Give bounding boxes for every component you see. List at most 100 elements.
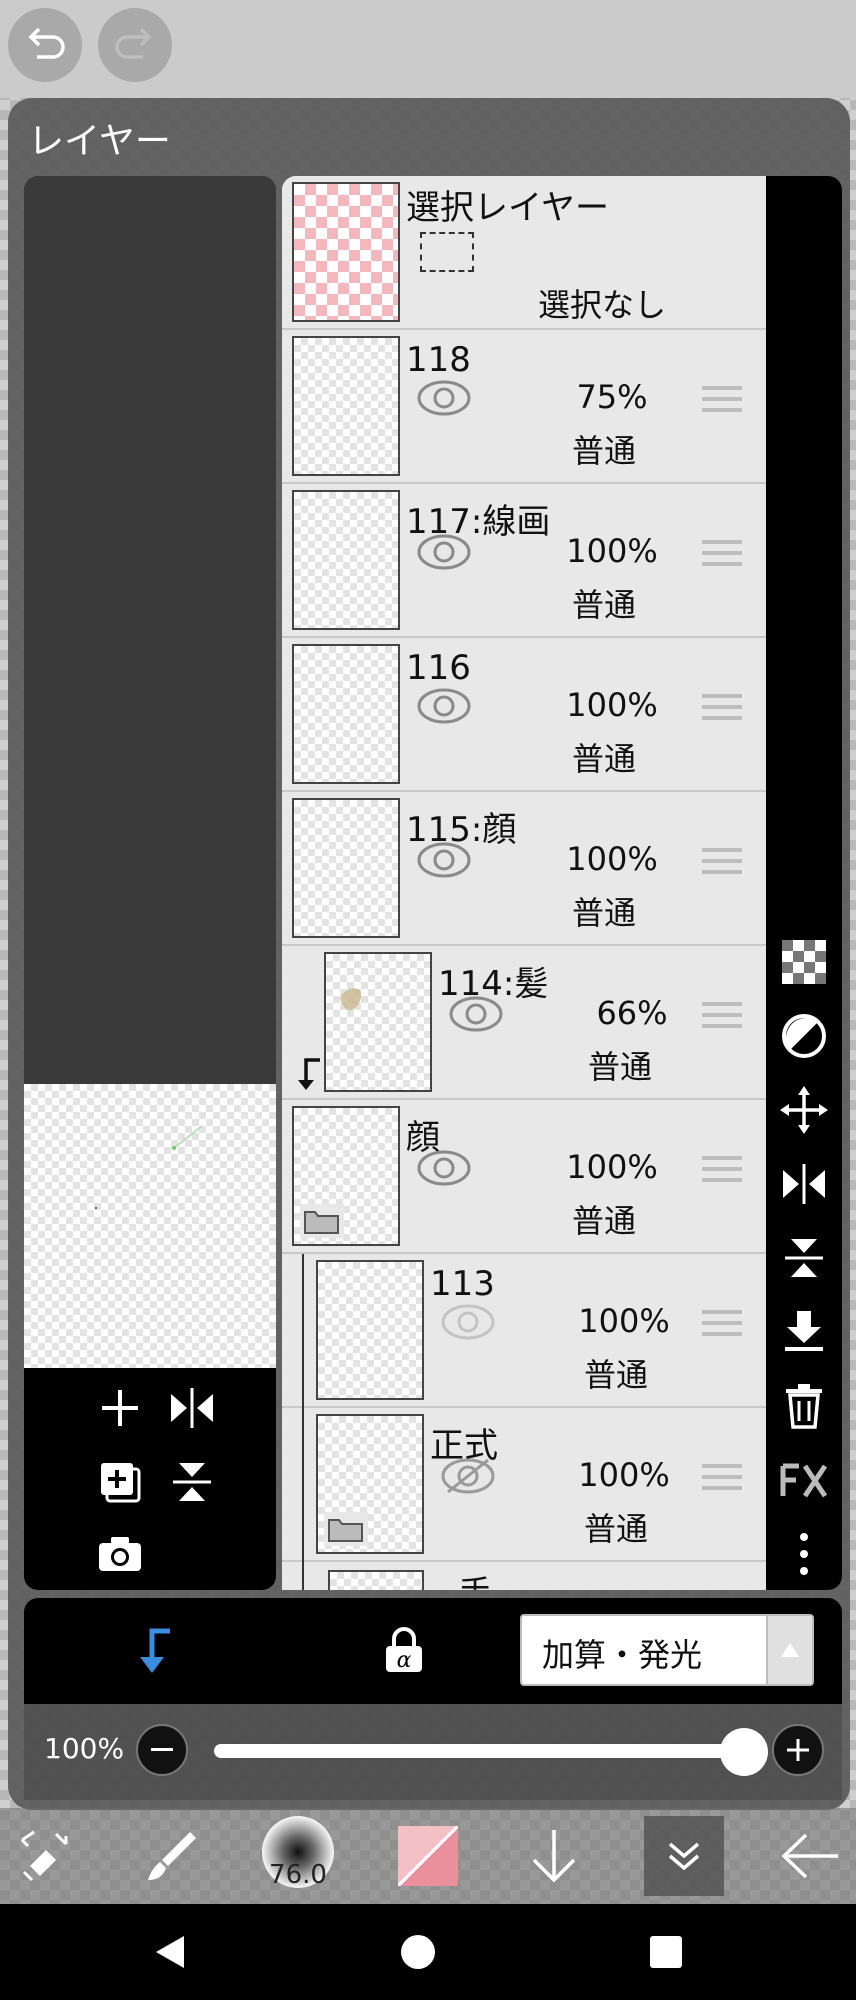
layer-opacity: 100% bbox=[566, 532, 658, 570]
brush-tool-button[interactable] bbox=[130, 1816, 210, 1896]
bottom-toolbar: 76.0 bbox=[0, 1808, 856, 1904]
eye-hidden-icon[interactable] bbox=[440, 1456, 496, 1496]
drag-handle-icon[interactable] bbox=[702, 1310, 742, 1340]
fx-button[interactable] bbox=[774, 1450, 834, 1510]
delete-layer-button[interactable] bbox=[774, 1376, 834, 1436]
color-button[interactable] bbox=[388, 1816, 468, 1896]
folder-tree-line bbox=[302, 1408, 304, 1562]
layer-row[interactable]: 118 75% 普通 bbox=[282, 330, 766, 484]
layer-down-button[interactable] bbox=[514, 1816, 594, 1896]
undo-icon bbox=[28, 27, 65, 59]
duplicate-layer-button[interactable] bbox=[90, 1452, 150, 1512]
folder-layer-row[interactable]: 顔 100% 普通 bbox=[282, 1100, 766, 1254]
eye-icon[interactable] bbox=[416, 378, 472, 418]
merge-down-button[interactable] bbox=[774, 1302, 834, 1362]
layer-row[interactable]: 113 100% 普通 bbox=[282, 1254, 766, 1408]
layer-blend-mode: 普通 bbox=[583, 1510, 648, 1548]
transparency-icon bbox=[782, 940, 826, 984]
layer-row[interactable]: 115:顔 100% 普通 bbox=[282, 792, 766, 946]
alpha-lock-icon: α bbox=[386, 1627, 422, 1673]
layer-blend-mode: 普通 bbox=[571, 740, 636, 778]
opacity-slider-track[interactable] bbox=[214, 1744, 742, 1758]
transform-tool-button[interactable] bbox=[6, 1816, 86, 1896]
eye-icon[interactable] bbox=[416, 532, 472, 572]
folder-icon bbox=[300, 1204, 344, 1238]
layer-blend-mode: 普通 bbox=[571, 432, 636, 470]
clipping-toggle-button[interactable] bbox=[124, 1620, 184, 1680]
folder-layer-row[interactable]: 正式 100% 普通 bbox=[282, 1408, 766, 1562]
drag-handle-icon[interactable] bbox=[702, 694, 742, 724]
layer-tools bbox=[24, 1368, 276, 1590]
alpha-lock-button[interactable]: α bbox=[374, 1620, 434, 1680]
brush-size-button[interactable]: 76.0 bbox=[258, 1816, 338, 1896]
transform-tool-icon bbox=[20, 1830, 68, 1882]
layer-opacity: 100% bbox=[566, 840, 658, 878]
selection-marquee-icon bbox=[420, 232, 474, 272]
move-button[interactable] bbox=[774, 1080, 834, 1140]
double-chevron-down-icon bbox=[668, 1842, 700, 1871]
flip-horizontal-button[interactable] bbox=[774, 1154, 834, 1214]
preview-background bbox=[24, 176, 276, 1084]
opacity-slider-knob[interactable] bbox=[720, 1728, 768, 1776]
more-options-button[interactable] bbox=[774, 1524, 834, 1584]
layer-row-partial[interactable]: 手 bbox=[282, 1562, 766, 1590]
folder-icon bbox=[324, 1512, 368, 1546]
nav-recents-icon[interactable] bbox=[646, 1932, 686, 1972]
camera-button[interactable] bbox=[90, 1524, 150, 1584]
undo-button[interactable] bbox=[8, 8, 82, 82]
add-layer-button[interactable] bbox=[90, 1378, 150, 1438]
back-button[interactable] bbox=[770, 1816, 850, 1896]
flip-layer-button[interactable] bbox=[162, 1378, 222, 1438]
plus-icon bbox=[102, 1390, 138, 1426]
blend-mode-select[interactable]: 加算・発光 bbox=[520, 1614, 814, 1686]
hair-sketch bbox=[340, 988, 361, 1011]
layer-blend-mode: 普通 bbox=[587, 1048, 652, 1086]
drag-handle-icon[interactable] bbox=[702, 1156, 742, 1186]
collapse-panel-button[interactable] bbox=[644, 1816, 724, 1896]
eye-icon[interactable] bbox=[416, 686, 472, 726]
drag-handle-icon[interactable] bbox=[702, 386, 742, 416]
eye-icon[interactable] bbox=[440, 1302, 496, 1342]
layer-row[interactable]: 117:線画 100% 普通 bbox=[282, 484, 766, 638]
opacity-increase-button[interactable] bbox=[772, 1724, 824, 1776]
drag-handle-icon[interactable] bbox=[702, 540, 742, 570]
eye-icon[interactable] bbox=[416, 1148, 472, 1188]
nav-back-icon[interactable] bbox=[150, 1932, 190, 1972]
dropdown-arrow-icon[interactable] bbox=[766, 1616, 812, 1684]
folder-tree-line bbox=[302, 1254, 304, 1408]
arrow-down-icon bbox=[532, 1830, 576, 1883]
nav-home-icon[interactable] bbox=[398, 1932, 438, 1972]
selection-status: 選択なし bbox=[537, 286, 666, 324]
merge-layer-button[interactable] bbox=[162, 1452, 222, 1512]
more-vertical-icon bbox=[800, 1533, 808, 1575]
merge-down-icon bbox=[173, 1463, 211, 1501]
clipping-arrow-icon bbox=[298, 1058, 320, 1090]
opacity-decrease-button[interactable] bbox=[136, 1724, 188, 1776]
selection-layer-thumbnail bbox=[292, 182, 400, 322]
layer-opacity: 100% bbox=[566, 1148, 658, 1186]
camera-icon bbox=[99, 1537, 141, 1571]
clipping-button[interactable] bbox=[774, 1006, 834, 1066]
flip-vertical-button[interactable] bbox=[774, 1228, 834, 1288]
layer-sidebar bbox=[766, 176, 842, 1590]
transparency-button[interactable] bbox=[774, 932, 834, 992]
canvas-preview bbox=[24, 176, 276, 1590]
drag-handle-icon[interactable] bbox=[702, 1002, 742, 1032]
layer-row[interactable]: 116 100% 普通 bbox=[282, 638, 766, 792]
eye-icon[interactable] bbox=[448, 994, 504, 1034]
layer-thumbnail bbox=[292, 490, 400, 630]
plus-icon bbox=[787, 1739, 809, 1761]
redo-icon bbox=[115, 27, 152, 59]
drag-handle-icon[interactable] bbox=[702, 1464, 742, 1494]
layer-blend-mode: 普通 bbox=[571, 1202, 636, 1240]
fx-icon bbox=[780, 1463, 828, 1498]
redo-button[interactable] bbox=[98, 8, 172, 82]
preview-canvas[interactable] bbox=[24, 1084, 276, 1368]
drag-handle-icon[interactable] bbox=[702, 848, 742, 878]
current-color-swatch bbox=[398, 1826, 458, 1886]
svg-text:α: α bbox=[397, 1648, 412, 1673]
selection-layer-row[interactable]: 選択レイヤー 選択なし bbox=[282, 176, 766, 330]
eye-icon[interactable] bbox=[416, 840, 472, 880]
clipped-layer-row[interactable]: 114:髪 66% 普通 bbox=[282, 946, 766, 1100]
blend-bar: α 加算・発光 bbox=[24, 1598, 842, 1704]
